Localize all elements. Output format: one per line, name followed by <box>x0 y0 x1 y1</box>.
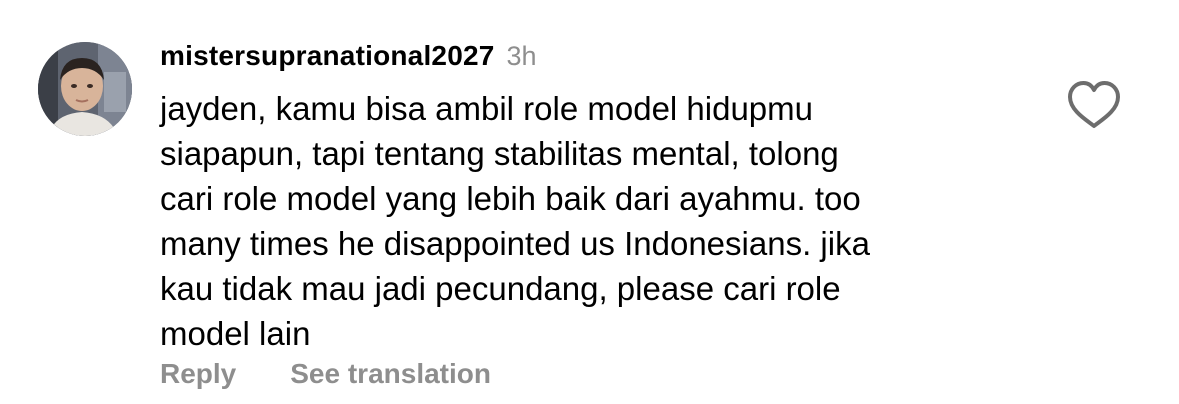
comment-line: model lain <box>160 315 311 352</box>
comment-text: jayden, kamu bisa ambil role model hidup… <box>160 86 1000 356</box>
comment-line: siapapun, tapi tentang stabilitas mental… <box>160 135 839 172</box>
comment-actions: Reply See translation <box>160 358 491 390</box>
comment-line: many times he disappointed us Indonesian… <box>160 225 870 262</box>
comment-header: mistersupranational2027 3h <box>160 40 537 76</box>
comment: mistersupranational2027 3h jayden, kamu … <box>0 0 1179 404</box>
like-button[interactable] <box>1066 80 1122 130</box>
heart-outline-icon <box>1068 81 1120 128</box>
comment-line: kau tidak mau jadi pecundang, please car… <box>160 270 841 307</box>
comment-line: cari role model yang lebih baik dari aya… <box>160 180 861 217</box>
timestamp: 3h <box>506 41 537 71</box>
avatar-photo-icon <box>38 42 132 136</box>
see-translation-button[interactable]: See translation <box>290 358 491 390</box>
avatar[interactable] <box>38 42 132 136</box>
comment-line: jayden, kamu bisa ambil role model hidup… <box>160 90 814 127</box>
username[interactable]: mistersupranational2027 <box>160 40 495 72</box>
reply-button[interactable]: Reply <box>160 358 236 390</box>
